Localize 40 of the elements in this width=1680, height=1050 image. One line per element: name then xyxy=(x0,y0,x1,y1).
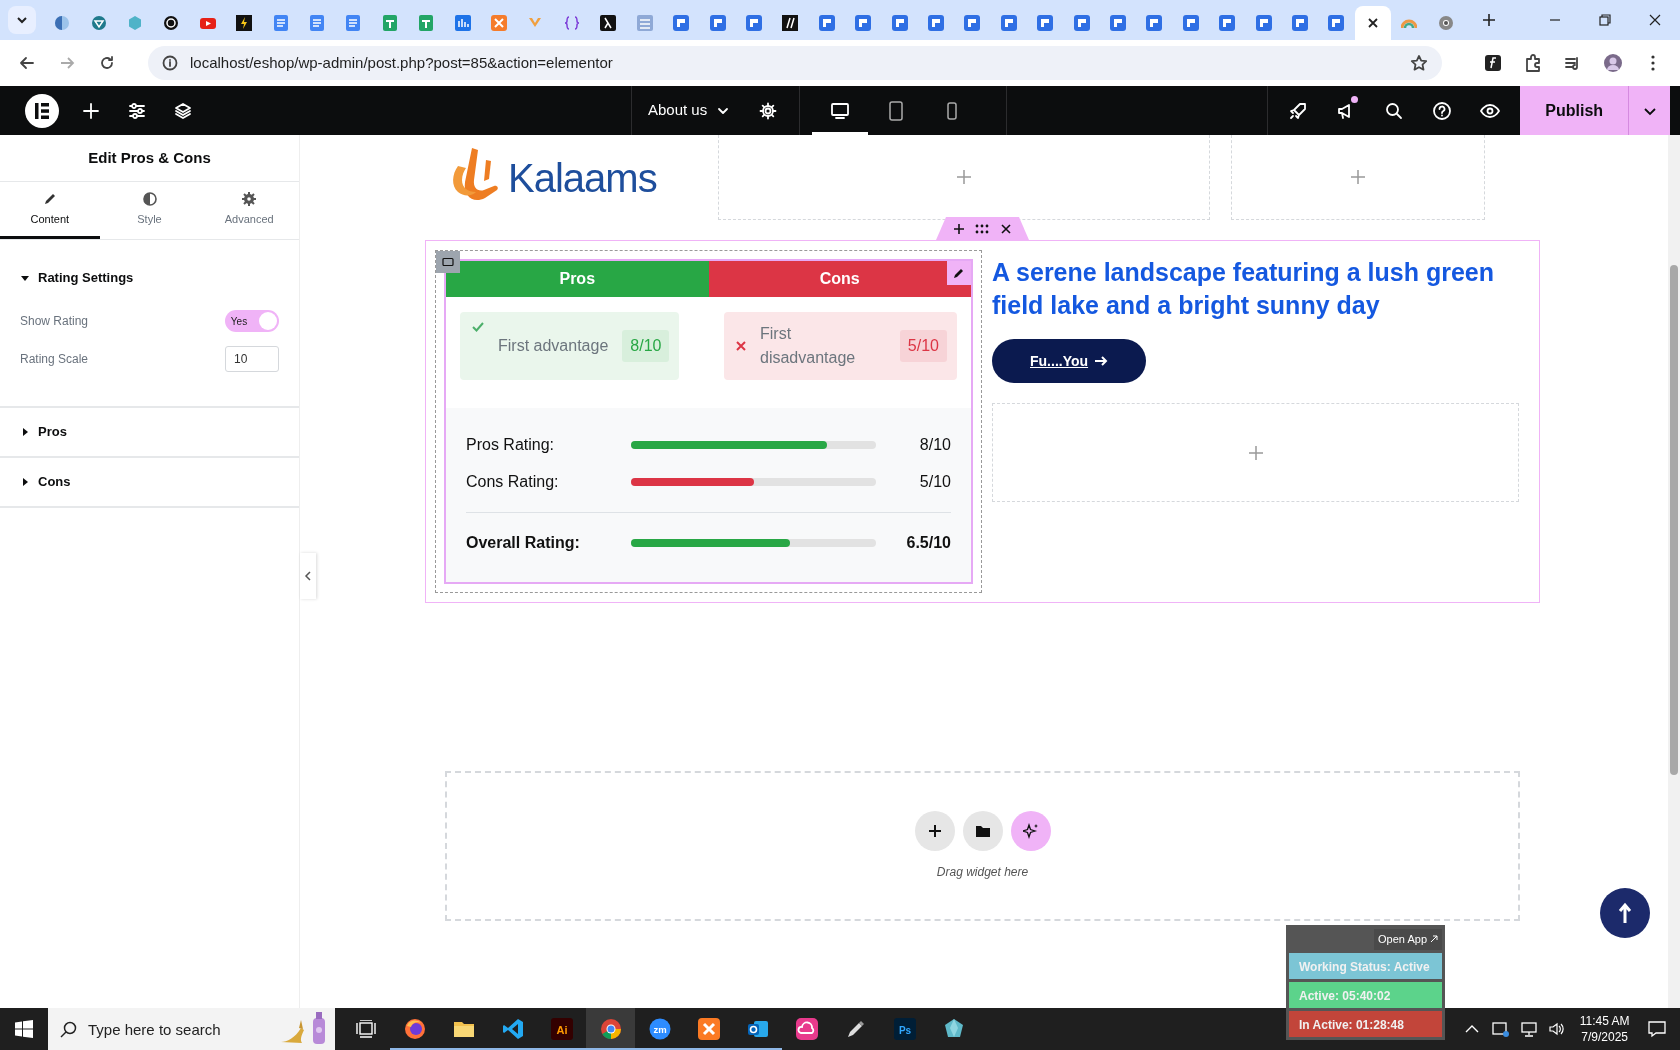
item-text: First disadvantage xyxy=(760,324,857,368)
heading: A serene landscape featuring a lush green field lake and a bright sunny day xyxy=(992,257,1495,321)
cta-button[interactable]: Fu....You xyxy=(992,339,1147,383)
rating-value: 6.5/10 xyxy=(905,532,951,553)
drop-hint: Drag widget here xyxy=(936,864,1029,881)
rating-label: Overall Rating: xyxy=(466,532,581,553)
number-field[interactable]: 10 xyxy=(225,346,279,372)
panel-title: Edit Pros & Cons xyxy=(0,135,299,182)
open-app-link[interactable]: Open App xyxy=(1374,929,1442,950)
item-text: First advantage xyxy=(498,336,609,356)
page-menu[interactable]: About us xyxy=(632,93,746,128)
rating-value: 8/10 xyxy=(918,434,951,455)
score-badge: 5/10 xyxy=(899,330,947,362)
section-header[interactable]: Cons xyxy=(20,458,71,506)
photoshop-icon: Ps xyxy=(893,1018,916,1040)
field-label: Rating Scale xyxy=(20,351,89,368)
publish-button[interactable]: Publish xyxy=(1520,86,1629,135)
status-row: Active: 05:40:02 xyxy=(1289,981,1442,1008)
toggle-switch[interactable]: Yes xyxy=(225,310,279,332)
clock[interactable]: 11:45 AM 7/9/2025 xyxy=(1573,1008,1636,1050)
zoom-icon: zm xyxy=(648,1018,671,1040)
address-bar[interactable]: localhost/eshop/wp-admin/post.php?post=85&action=elementor xyxy=(148,46,1442,80)
status-row: In Active: 01:28:48 xyxy=(1289,1010,1442,1037)
panel-tab[interactable]: Advanced xyxy=(199,182,299,239)
rating-label: Cons Rating: xyxy=(466,471,560,492)
taskbar-app[interactable]: Ps xyxy=(880,1008,929,1050)
rating-label: Pros Rating: xyxy=(466,434,556,455)
url-text: localhost/eshop/wp-admin/post.php?post=85&action=elementor xyxy=(190,52,614,73)
score-badge: 8/10 xyxy=(622,330,670,362)
logo-text: Kalaams xyxy=(508,154,657,202)
status-row: Working Status: Active xyxy=(1289,952,1442,979)
illustrator-icon: Ai xyxy=(550,1018,573,1040)
panel-tab[interactable]: Content xyxy=(0,182,100,239)
rating-value: 5/10 xyxy=(918,471,951,492)
pros-header: Pros xyxy=(446,261,709,297)
section-header[interactable]: Rating Settings xyxy=(20,254,134,302)
section-header[interactable]: Pros xyxy=(20,408,67,456)
panel-tab[interactable]: Style xyxy=(99,182,200,239)
field-label: Show Rating xyxy=(20,313,89,330)
cons-header: Cons xyxy=(708,261,971,297)
